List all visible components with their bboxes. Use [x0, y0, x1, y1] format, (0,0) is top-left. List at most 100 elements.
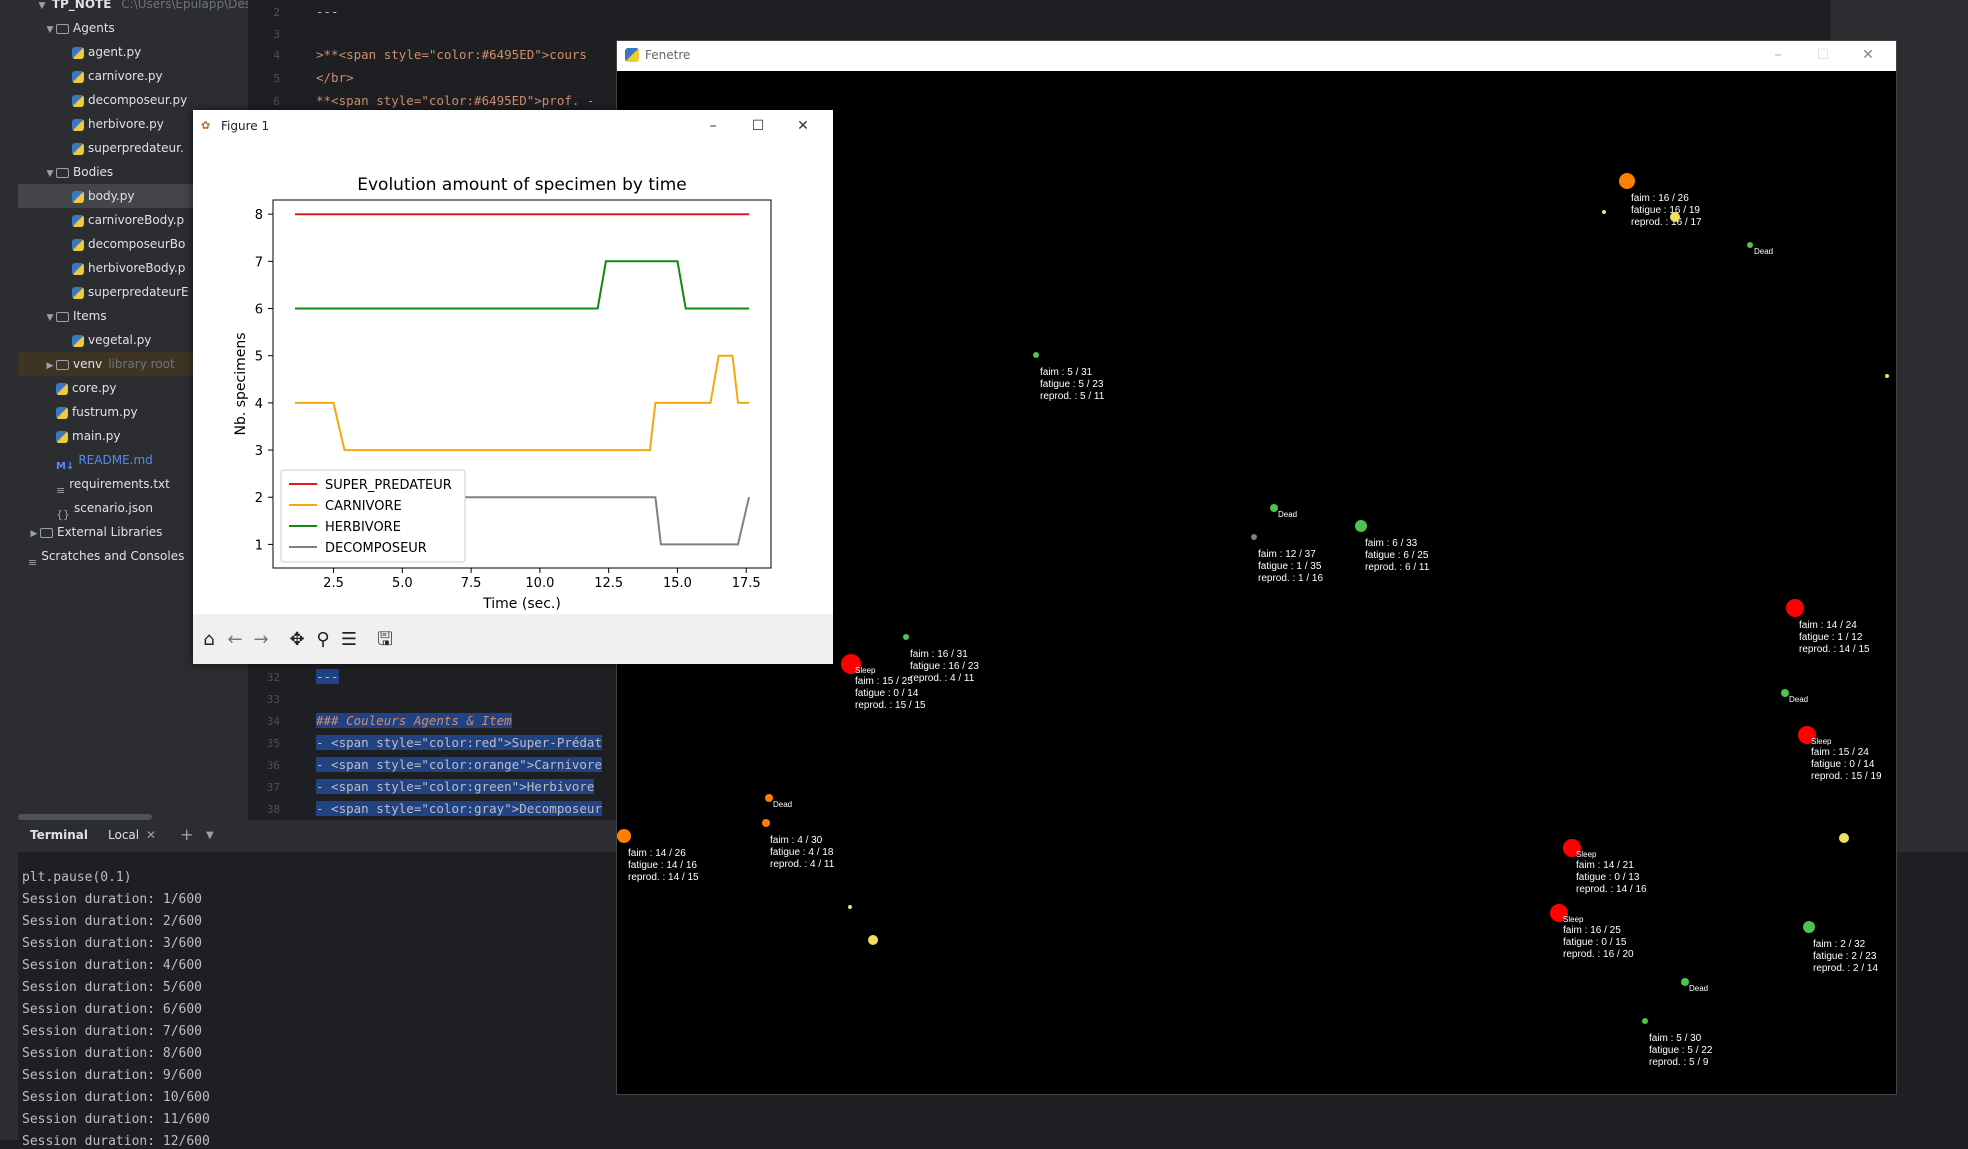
- python-file-icon: [72, 190, 84, 203]
- agent-state: Sleep: [1576, 850, 1597, 859]
- code-line[interactable]: >**<span style="color:#6495ED">cours: [316, 47, 587, 62]
- agent-stats: faim : 5 / 30 fatigue : 5 / 22 reprod. : 5…: [1649, 1033, 1712, 1069]
- back-icon[interactable]: ←: [223, 628, 247, 652]
- tree-item-label: superpredateurE: [88, 285, 189, 299]
- chevron-right-icon[interactable]: ▶: [28, 522, 40, 544]
- code-line[interactable]: - <span style="color:gray">Decomposeur: [316, 801, 602, 816]
- code-line[interactable]: ---: [316, 669, 339, 684]
- add-tab-icon[interactable]: +: [180, 825, 193, 844]
- chevron-down-icon[interactable]: ▼: [44, 306, 56, 328]
- code-line[interactable]: - <span style="color:green">Herbivore: [316, 779, 595, 794]
- decomposeur-agent: [1251, 534, 1257, 540]
- agent-faim: faim : 12 / 37: [1258, 549, 1316, 560]
- agent-fatigue: fatigue : 5 / 22: [1649, 1045, 1713, 1056]
- minimize-button[interactable]: –: [1768, 45, 1788, 65]
- agent-state: Dead: [1754, 247, 1774, 256]
- herbivore-agent: [1033, 352, 1039, 358]
- y-tick-label: 6: [255, 303, 263, 318]
- terminal-line: Session duration: 11/600: [22, 1112, 210, 1127]
- code-line[interactable]: - <span style="color:red">Super-Prédat: [316, 735, 602, 750]
- tree-item-carnivore-py[interactable]: carnivore.py: [18, 64, 248, 88]
- line-number: 2: [273, 6, 280, 19]
- project-root-label: TP_NOTE: [51, 0, 112, 11]
- chevron-right-icon[interactable]: ▶: [44, 354, 56, 376]
- tree-item-label: fustrum.py: [72, 405, 138, 419]
- agent-stats: faim : 14 / 24 fatigue : 1 / 12 reprod. : …: [1799, 620, 1870, 656]
- carnivore-agent: [1619, 173, 1635, 189]
- terminal-line: Session duration: 2/600: [22, 914, 203, 929]
- close-button[interactable]: ✕: [1858, 45, 1878, 65]
- figure-titlebar: ✿ Figure 1 – ☐ ✕: [193, 110, 833, 142]
- project-path: C:\Users\Epulapp\Desk: [121, 0, 248, 11]
- agent-state: Sleep: [855, 666, 876, 675]
- code-line[interactable]: - <span style="color:orange">Carnivore: [316, 757, 602, 772]
- maximize-button[interactable]: ☐: [1813, 45, 1833, 65]
- agent-reprod: reprod. : 16 / 17: [1631, 217, 1702, 228]
- x-tick-label: 7.5: [461, 576, 482, 591]
- tab-local[interactable]: Local: [108, 828, 139, 842]
- agent-fatigue: fatigue : 0 / 15: [1563, 937, 1627, 948]
- agent-faim: faim : 15 / 25: [855, 676, 913, 687]
- save-icon[interactable]: 🖫: [373, 628, 397, 652]
- home-icon[interactable]: ⌂: [197, 628, 221, 652]
- tree-item-label: Agents: [73, 21, 115, 35]
- python-icon: [625, 48, 639, 62]
- agent-reprod: reprod. : 4 / 11: [770, 859, 835, 870]
- legend-label: DECOMPOSEUR: [325, 541, 427, 556]
- code-line[interactable]: ---: [316, 4, 339, 19]
- agent-stats: faim : 4 / 30 fatigue : 4 / 18 reprod. : 4…: [770, 835, 834, 871]
- code-line[interactable]: ### Couleurs Agents & Item: [316, 713, 512, 728]
- python-file-icon: [72, 46, 84, 59]
- chevron-down-icon[interactable]: ▼: [44, 18, 56, 40]
- code-line[interactable]: </br>: [316, 70, 354, 85]
- chevron-down-icon[interactable]: ▼: [206, 830, 214, 841]
- agent-fatigue: fatigue : 6 / 25: [1365, 550, 1429, 561]
- configure-icon[interactable]: ☰: [337, 628, 361, 652]
- x-tick-label: 17.5: [732, 576, 761, 591]
- figure-canvas[interactable]: Evolution amount of specimen by time Time…: [193, 142, 833, 614]
- agent-stats: faim : 6 / 33 fatigue : 6 / 25 reprod. : 6…: [1365, 538, 1429, 574]
- tab-terminal[interactable]: Terminal: [30, 828, 88, 842]
- agent-stats: faim : 15 / 24 fatigue : 0 / 14 reprod. : …: [1811, 747, 1882, 783]
- tree-item-label: decomposeurBo: [88, 237, 186, 251]
- herbivore-agent: [903, 634, 909, 640]
- folder-icon: [56, 359, 69, 370]
- agent-reprod: reprod. : 5 / 11: [1040, 391, 1105, 402]
- python-file-icon: [72, 238, 84, 251]
- fenetre-titlebar: Fenetre – ☐ ✕: [617, 41, 1896, 71]
- tree-item-agents[interactable]: ▼ Agents: [18, 16, 248, 40]
- tree-item-decomposeur-py[interactable]: decomposeur.py: [18, 88, 248, 112]
- legend-label: CARNIVORE: [325, 499, 402, 514]
- zoom-icon[interactable]: ⚲: [311, 628, 335, 652]
- code-line[interactable]: **<span style="color:#6495ED">prof. -: [316, 93, 594, 108]
- y-tick-label: 3: [255, 444, 263, 459]
- figure-window: ✿ Figure 1 – ☐ ✕ Evolution amount of spe…: [193, 110, 833, 664]
- line-chart: Evolution amount of specimen by time Time…: [233, 175, 772, 612]
- minimize-button[interactable]: –: [703, 116, 723, 136]
- agent-stats: faim : 16 / 26 fatigue : 16 / 19 reprod. :…: [1631, 193, 1702, 229]
- agent-state: Dead: [1689, 984, 1709, 993]
- forward-icon[interactable]: →: [249, 628, 273, 652]
- tree-item-label: scenario.json: [74, 501, 153, 515]
- tree-item-label: herbivore.py: [88, 117, 164, 131]
- text-file-icon: ≡: [56, 483, 66, 497]
- line-number: 37: [266, 781, 280, 794]
- terminal-line: Session duration: 4/600: [22, 958, 203, 973]
- line-number: 33: [266, 693, 280, 706]
- superpredateur-agent: [1786, 599, 1804, 617]
- python-file-icon: [72, 262, 84, 275]
- project-root[interactable]: ▼ TP_NOTE C:\Users\Epulapp\Desk: [18, 0, 248, 16]
- agent-faim: faim : 14 / 26: [628, 848, 686, 859]
- maximize-button[interactable]: ☐: [748, 116, 768, 136]
- chevron-down-icon[interactable]: ▼: [44, 162, 56, 184]
- close-tab-icon[interactable]: ✕: [146, 828, 156, 842]
- folder-icon: [56, 311, 69, 322]
- y-tick-label: 2: [255, 491, 263, 506]
- line-number: 36: [266, 759, 280, 772]
- tree-item-agent-py[interactable]: agent.py: [18, 40, 248, 64]
- tree-item-label: superpredateur.: [88, 141, 184, 155]
- pan-icon[interactable]: ✥: [285, 628, 309, 652]
- line-number: 6: [273, 95, 280, 108]
- y-tick-label: 4: [255, 397, 263, 412]
- close-button[interactable]: ✕: [793, 116, 813, 136]
